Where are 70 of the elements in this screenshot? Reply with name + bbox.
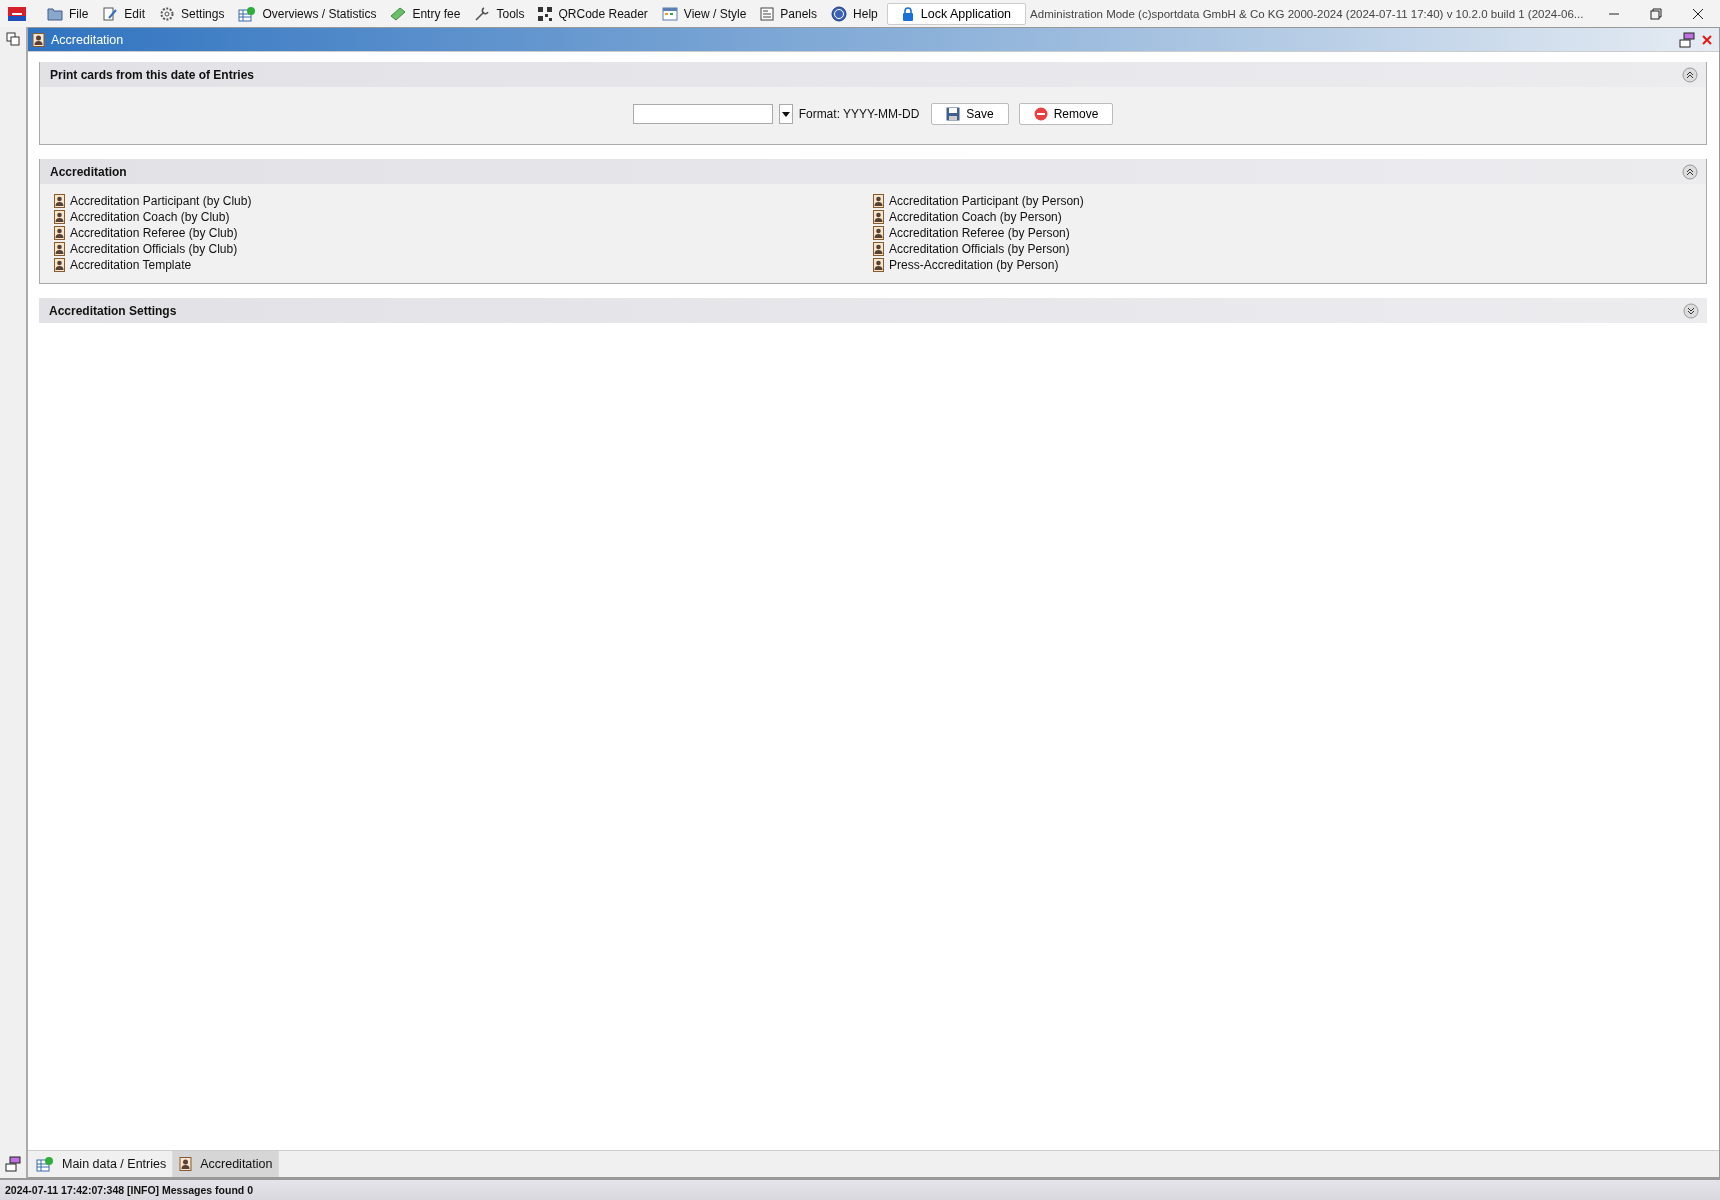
- wrench-icon: [474, 5, 491, 22]
- minus-circle-icon: [1033, 107, 1048, 121]
- folder-icon: [47, 6, 63, 21]
- section-title: Print cards from this date of Entries: [50, 67, 255, 82]
- qr-code-icon: [538, 6, 553, 21]
- report-link[interactable]: Press-Accreditation (by Person): [873, 257, 1692, 273]
- lock-application-button[interactable]: Lock Application: [886, 2, 1027, 25]
- badge-person-icon: [54, 242, 65, 256]
- badge-person-icon: [54, 226, 65, 240]
- report-link[interactable]: Accreditation Officials (by Person): [873, 241, 1692, 257]
- save-button[interactable]: Save: [931, 103, 1009, 125]
- caret-icon: [781, 111, 790, 117]
- section-title: Accreditation: [50, 164, 127, 179]
- menu-item[interactable]: Settings: [152, 1, 232, 26]
- frame-title: Accreditation: [51, 32, 124, 47]
- table-check-icon: [238, 5, 257, 22]
- badge-person-icon: [873, 226, 884, 240]
- report-link[interactable]: Accreditation Coach (by Club): [54, 209, 873, 225]
- gear-icon: [159, 5, 176, 22]
- badge-person-icon: [873, 194, 884, 208]
- close-icon[interactable]: [1692, 7, 1704, 20]
- windows-icon[interactable]: [6, 32, 20, 46]
- badge-person-icon: [54, 194, 65, 208]
- badge-person-icon: [179, 1157, 193, 1171]
- cascade-windows-icon[interactable]: [5, 1156, 21, 1172]
- collapse-icon[interactable]: [1682, 66, 1698, 83]
- report-link[interactable]: Accreditation Participant (by Person): [873, 193, 1692, 209]
- badge-person-icon: [873, 258, 884, 272]
- badge-person-icon: [54, 258, 65, 272]
- section-header[interactable]: Print cards from this date of Entries: [40, 62, 1706, 87]
- section-header[interactable]: Accreditation: [40, 159, 1706, 184]
- menu-item[interactable]: Help: [824, 1, 885, 26]
- menu-item[interactable]: Edit: [95, 1, 153, 26]
- menu-item[interactable]: Overviews / Statistics: [231, 1, 384, 26]
- menu-item[interactable]: Tools: [467, 1, 532, 26]
- menu-item[interactable]: View / Style: [654, 1, 754, 26]
- collapse-icon[interactable]: [1682, 163, 1698, 180]
- menu-item[interactable]: File: [40, 1, 96, 26]
- menu-item[interactable]: Panels: [753, 1, 825, 26]
- menu-item[interactable]: QRCode Reader: [531, 1, 655, 26]
- restore-icon[interactable]: [1650, 7, 1662, 20]
- report-link[interactable]: Accreditation Coach (by Person): [873, 209, 1692, 225]
- badge-person-icon: [54, 210, 65, 224]
- window-tab[interactable]: Main data / Entries: [30, 1151, 174, 1177]
- grid-window-icon: [661, 6, 678, 21]
- badge-person-icon: [32, 32, 45, 47]
- expand-icon[interactable]: [1683, 302, 1699, 319]
- badge-person-icon: [873, 210, 884, 224]
- padlock-icon: [901, 6, 914, 21]
- report-link[interactable]: Accreditation Referee (by Club): [54, 225, 873, 241]
- report-link[interactable]: Accreditation Officials (by Club): [54, 241, 873, 257]
- app-info-text: Administration Mode (c)sportdata GmbH & Co KG 2000-2024 (2024-07-11 17:40) v 10.2.0 build 1 (2024-06...: [1030, 7, 1584, 20]
- report-link[interactable]: Accreditation Template: [54, 257, 873, 273]
- status-bar: 2024-07-11 17:42:07:348 [INFO] Messages found 0: [0, 1178, 1720, 1200]
- window-icon: [760, 6, 775, 21]
- dropdown-button[interactable]: [778, 104, 793, 124]
- report-link[interactable]: Accreditation Participant (by Club): [54, 193, 873, 209]
- remove-button[interactable]: Remove: [1018, 103, 1114, 125]
- format-hint: Format: YYYY-MM-DD: [798, 107, 920, 121]
- section-title: Accreditation Settings: [49, 303, 177, 318]
- cascade-windows-icon[interactable]: [1679, 31, 1695, 48]
- pencil-icon: [102, 5, 119, 22]
- app-logo-icon: [8, 6, 26, 21]
- report-link[interactable]: Accreditation Referee (by Person): [873, 225, 1692, 241]
- menu-item[interactable]: Entry fee: [383, 1, 468, 26]
- window-tab[interactable]: Accreditation: [173, 1151, 280, 1177]
- date-field[interactable]: [632, 104, 773, 124]
- badge-person-icon: [873, 242, 884, 256]
- section-header[interactable]: Accreditation Settings: [39, 298, 1707, 323]
- table-check-icon: [36, 1156, 54, 1172]
